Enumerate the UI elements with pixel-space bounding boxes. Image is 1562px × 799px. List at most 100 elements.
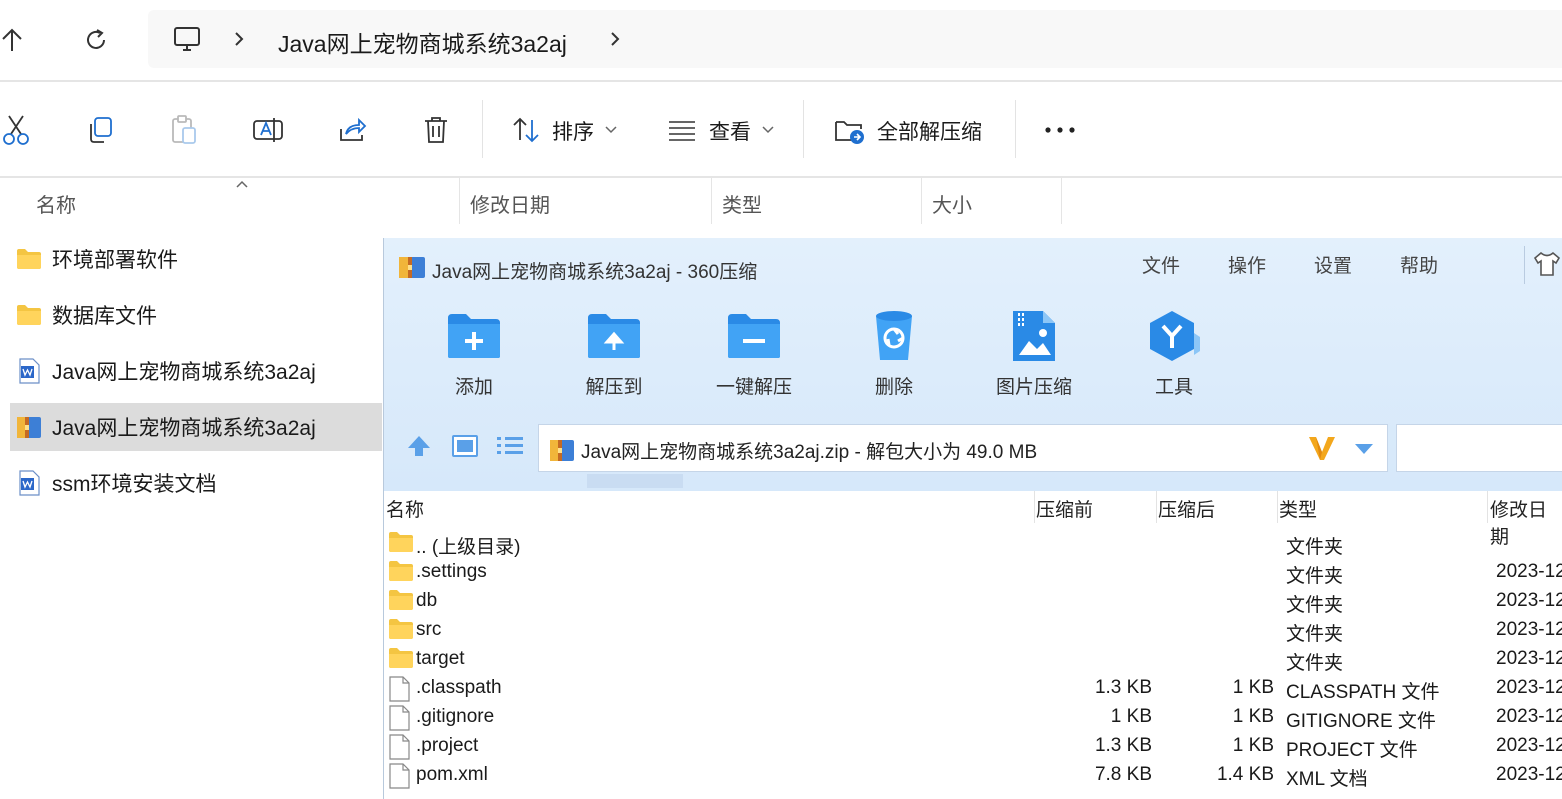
cell-name: src [416,619,442,640]
column-separator[interactable] [459,178,460,224]
column-header-modified[interactable]: 修改日期 [470,178,550,224]
list-item[interactable]: ssm环境安装文档 [10,459,382,507]
table-row[interactable]: target 文件夹 2023-12 [384,644,1562,675]
menu-help[interactable]: 帮助 [1400,251,1438,278]
column-header-size[interactable]: 大小 [932,178,972,224]
column-header-type[interactable]: 类型 [722,178,762,224]
cell-type: 文件夹 [1286,624,1344,645]
zip-column-header-after[interactable]: 压缩后 [1158,495,1215,522]
cell-type: 文件夹 [1286,566,1344,587]
menu-settings[interactable]: 设置 [1314,251,1352,278]
cell-after: 1 KB [1232,706,1274,727]
table-row[interactable]: .. (上级目录) 文件夹 [384,528,1562,559]
chevron-right-icon[interactable] [230,26,250,57]
folder-icon [388,647,414,675]
cell-modified: 2023-12 [1496,619,1562,640]
view-icon[interactable] [664,112,700,148]
table-row[interactable]: db 文件夹 2023-12 [384,586,1562,617]
column-header-name[interactable]: 名称 [36,178,76,224]
add-folder-icon [424,308,524,364]
list-item[interactable]: 数据库文件 [10,291,382,339]
column-separator[interactable] [1156,491,1157,523]
paste-icon[interactable] [166,112,202,148]
cell-modified: 2023-12 [1496,677,1562,698]
column-separator[interactable] [1061,178,1062,224]
refresh-icon[interactable] [78,22,114,58]
table-row[interactable]: .gitignore 1 KB 1 KB GITIGNORE 文件 2023-1… [384,702,1562,732]
chevron-down-icon[interactable] [761,122,775,140]
column-separator[interactable] [1487,491,1488,523]
path-dropdown-icon[interactable] [1353,442,1375,461]
share-icon[interactable] [334,112,370,148]
menu-file[interactable]: 文件 [1142,251,1180,278]
list-item[interactable]: 环境部署软件 [10,235,382,283]
details-view-icon[interactable] [452,435,478,462]
table-row[interactable]: .settings 文件夹 2023-12 [384,557,1562,587]
sort-icon[interactable] [508,112,544,148]
zip-column-header-name[interactable]: 名称 [386,495,424,522]
divider [1015,100,1016,158]
extract-all-icon[interactable] [832,112,868,148]
address-bar[interactable]: Java网上宠物商城系统3a2aj [148,10,1562,68]
computer-icon[interactable] [172,24,202,59]
skin-shirt-icon[interactable] [1532,250,1562,283]
view-button[interactable]: 查看 [709,116,751,146]
tools-label: 工具 [1154,377,1193,398]
cell-name: .classpath [416,677,502,698]
list-item[interactable]: Java网上宠物商城系统3a2aj [10,347,382,395]
cell-type: XML 文档 [1286,769,1368,790]
column-separator[interactable] [921,178,922,224]
tools-button[interactable]: 工具 [1124,308,1224,398]
folder-icon [388,531,414,559]
column-separator[interactable] [1277,491,1278,523]
recycle-bin-icon [844,308,944,364]
cell-name: .project [416,735,479,756]
folder-icon [16,246,42,272]
one-click-folder-icon [704,308,804,364]
folder-icon [388,589,414,617]
delete-icon[interactable] [418,112,454,148]
zip-column-header-type[interactable]: 类型 [1279,495,1317,522]
copy-icon[interactable] [82,112,118,148]
zip-delete-button[interactable]: 删除 [844,308,944,398]
up-arrow-icon[interactable] [0,22,30,58]
cell-before: 1.3 KB [1094,735,1152,756]
up-level-arrow-icon[interactable] [406,434,432,463]
zip-header: Java网上宠物商城系统3a2aj - 360压缩 文件 操作 设置 帮助 添加… [384,238,1562,491]
breadcrumb[interactable]: Java网上宠物商城系统3a2aj [278,25,567,59]
table-row[interactable]: src 文件夹 2023-12 [384,615,1562,645]
menu-operate[interactable]: 操作 [1228,251,1266,278]
list-item-selected[interactable]: Java网上宠物商城系统3a2aj [10,403,382,451]
extract-to-button[interactable]: 解压到 [564,308,664,398]
archive-path-text: Java网上宠物商城系统3a2aj.zip - 解包大小为 49.0 MB [581,442,1038,463]
zip-search-input[interactable] [1396,424,1562,472]
image-compress-button[interactable]: 图片压缩 [984,308,1084,398]
sort-button[interactable]: 排序 [552,116,594,146]
chevron-right-icon[interactable] [606,26,626,57]
more-icon[interactable] [1042,112,1078,148]
cell-name: .gitignore [416,706,495,727]
column-separator[interactable] [711,178,712,224]
zip-column-header-before[interactable]: 压缩前 [1036,495,1093,522]
list-item-label: 数据库文件 [52,305,157,328]
cut-icon[interactable] [0,112,34,148]
extract-all-button[interactable]: 全部解压缩 [877,116,982,146]
list-item-label: Java网上宠物商城系统3a2aj [52,361,316,384]
cell-name: .settings [416,561,487,582]
v-logo-icon[interactable] [1307,434,1337,467]
zip-path-bar: Java网上宠物商城系统3a2aj.zip - 解包大小为 49.0 MB [384,420,1562,474]
archive-path-field[interactable]: Java网上宠物商城系统3a2aj.zip - 解包大小为 49.0 MB [538,424,1388,472]
column-separator[interactable] [1034,491,1035,523]
extract-to-label: 解压到 [585,377,643,398]
path-bar-underline [587,474,683,488]
chevron-down-icon[interactable] [604,122,618,140]
table-row[interactable]: .classpath 1.3 KB 1 KB CLASSPATH 文件 2023… [384,673,1562,703]
table-row[interactable]: pom.xml 7.8 KB 1.4 KB XML 文档 2023-12 [384,760,1562,790]
list-view-icon[interactable] [496,436,524,461]
table-row[interactable]: .project 1.3 KB 1 KB PROJECT 文件 2023-12 [384,731,1562,761]
one-click-extract-button[interactable]: 一键解压 [704,308,804,398]
cell-type: 文件夹 [1286,537,1344,558]
rename-icon[interactable] [250,112,286,148]
add-button[interactable]: 添加 [424,308,524,398]
zip-archive-icon [16,414,42,440]
